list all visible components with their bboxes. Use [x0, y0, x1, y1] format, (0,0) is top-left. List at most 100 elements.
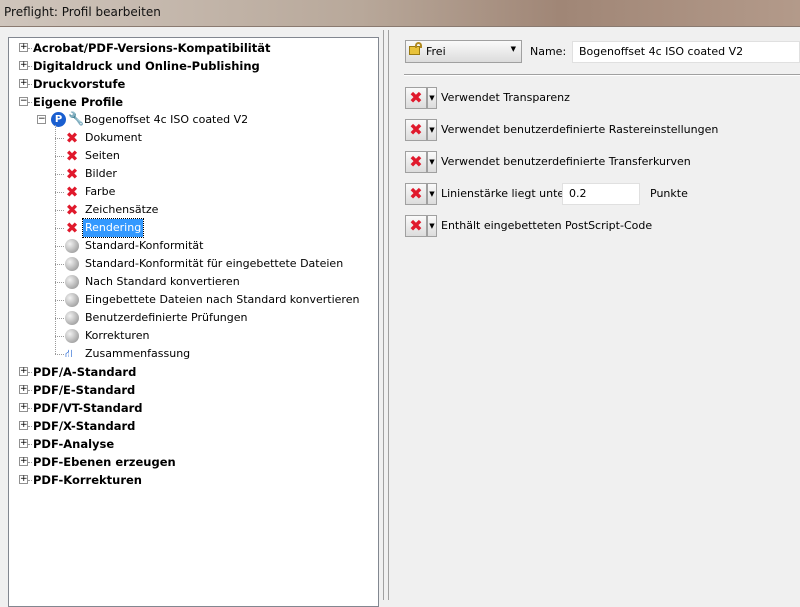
tree-line [55, 210, 64, 211]
severity-dropdown-arrow[interactable]: ▼ [427, 151, 437, 173]
tree-line [55, 264, 64, 265]
expand-icon[interactable]: + [19, 457, 28, 466]
tree-line [55, 192, 64, 193]
error-x-icon: ✖ [409, 120, 423, 139]
severity-dropdown-arrow[interactable]: ▼ [427, 215, 437, 237]
tree-line [55, 228, 64, 229]
splitter[interactable] [383, 30, 384, 600]
severity-button[interactable]: ✖ [405, 215, 427, 237]
tree-category-label: Acrobat/PDF-Versions-Kompatibilität [33, 41, 271, 55]
expand-icon[interactable]: + [19, 403, 28, 412]
tree-line [28, 102, 32, 103]
error-x-icon: ✖ [65, 129, 79, 147]
tree-category-label: Druckvorstufe [33, 77, 126, 91]
expand-icon[interactable]: + [19, 475, 28, 484]
tree-line [28, 84, 32, 85]
check-label: Linienstärke liegt unter [441, 187, 569, 200]
tree-line [28, 390, 32, 391]
inactive-circle-icon [65, 257, 79, 271]
tree-line [28, 480, 32, 481]
tree-line [28, 48, 32, 49]
check-label: Enthält eingebetteten PostScript-Code [441, 219, 653, 232]
severity-button[interactable]: ✖ [405, 119, 427, 141]
lock-shackle [415, 42, 422, 48]
check-label: Verwendet benutzerdefinierte Transferkur… [441, 155, 691, 168]
severity-button[interactable]: ✖ [405, 87, 427, 109]
splitter-edge [388, 30, 389, 600]
tree-item-label: Dokument [85, 131, 142, 144]
name-label: Name: [530, 45, 567, 58]
tree-item-label: Nach Standard konvertieren [85, 275, 240, 288]
unit-label: Punkte [650, 187, 688, 200]
collapse-icon[interactable]: − [19, 97, 28, 106]
error-x-icon: ✖ [409, 88, 423, 107]
tree-item-label: Bilder [85, 167, 117, 180]
tree-item-label: Korrekturen [85, 329, 150, 342]
expand-icon[interactable]: + [19, 43, 28, 52]
expand-icon[interactable]: + [19, 61, 28, 70]
tree-line [55, 282, 64, 283]
tree-line [55, 138, 64, 139]
tree-item-label: Standard-Konformität [85, 239, 204, 252]
error-x-icon: ✖ [409, 152, 423, 171]
inactive-circle-icon [65, 311, 79, 325]
inactive-circle-icon [65, 275, 79, 289]
tree-line [28, 426, 32, 427]
tree-item-label: Eingebettete Dateien nach Standard konve… [85, 293, 360, 306]
tree-category-label: PDF-Analyse [33, 437, 115, 451]
settings-panel: Frei ▼ Name: Bogenoffset 4c ISO coated V… [390, 30, 800, 600]
tree-category-label: PDF/VT-Standard [33, 401, 143, 415]
lock-select-value: Frei [426, 45, 446, 58]
line-width-input[interactable]: 0.2 [562, 183, 640, 205]
tree-line [55, 125, 56, 354]
error-x-icon: ✖ [65, 165, 79, 183]
tree-item-label: Benutzerdefinierte Prüfungen [85, 311, 248, 324]
summary-hierarchy-icon: ⛙ [65, 347, 73, 360]
severity-dropdown-arrow[interactable]: ▼ [427, 87, 437, 109]
inactive-circle-icon [65, 329, 79, 343]
profile-tree[interactable]: + Acrobat/PDF-Versions-Kompatibilität + Dig… [8, 37, 379, 607]
severity-dropdown-arrow[interactable]: ▼ [427, 119, 437, 141]
tree-line [28, 66, 32, 67]
tree-item-label: Rendering [81, 218, 145, 238]
tree-line [55, 174, 64, 175]
profile-label: Bogenoffset 4c ISO coated V2 [84, 113, 249, 126]
tree-item-label: Zeichensätze [85, 203, 159, 216]
tree-category-label: Digitaldruck und Online-Publishing [33, 59, 260, 73]
expand-icon[interactable]: + [19, 367, 28, 376]
window-title: Preflight: Profil bearbeiten [4, 5, 161, 19]
lock-select[interactable]: Frei ▼ [405, 40, 522, 63]
tree-line [55, 300, 64, 301]
error-x-icon: ✖ [65, 219, 79, 237]
tree-category-label: PDF-Korrekturen [33, 473, 142, 487]
tree-line [55, 354, 64, 355]
wrench-icon: 🔧 [68, 112, 85, 127]
name-input[interactable]: Bogenoffset 4c ISO coated V2 [572, 41, 800, 63]
expand-icon[interactable]: + [19, 439, 28, 448]
error-x-icon: ✖ [65, 147, 79, 165]
tree-line [55, 246, 64, 247]
expand-icon[interactable]: + [19, 421, 28, 430]
tree-item-label: Seiten [85, 149, 120, 162]
expand-icon[interactable]: + [19, 79, 28, 88]
divider [404, 74, 800, 76]
tree-item-label: Zusammenfassung [85, 347, 191, 360]
tree-line [28, 462, 32, 463]
tree-item-label: Standard-Konformität für eingebettete Da… [85, 257, 344, 270]
tree-category-label: Eigene Profile [33, 95, 124, 109]
collapse-icon[interactable]: − [37, 115, 46, 124]
error-x-icon: ✖ [65, 201, 79, 219]
expand-icon[interactable]: + [19, 385, 28, 394]
severity-button[interactable]: ✖ [405, 183, 427, 205]
error-x-icon: ✖ [409, 216, 423, 235]
tree-category-label: PDF/E-Standard [33, 383, 136, 397]
chevron-down-icon: ▼ [510, 45, 516, 53]
tree-line [55, 156, 64, 157]
check-label: Verwendet benutzerdefinierte Rastereinst… [441, 123, 719, 136]
severity-dropdown-arrow[interactable]: ▼ [427, 183, 437, 205]
severity-button[interactable]: ✖ [405, 151, 427, 173]
inactive-circle-icon [65, 239, 79, 253]
tree-category-label: PDF/X-Standard [33, 419, 136, 433]
tree-category-label: PDF/A-Standard [33, 365, 137, 379]
tree-item-label: Farbe [85, 185, 116, 198]
